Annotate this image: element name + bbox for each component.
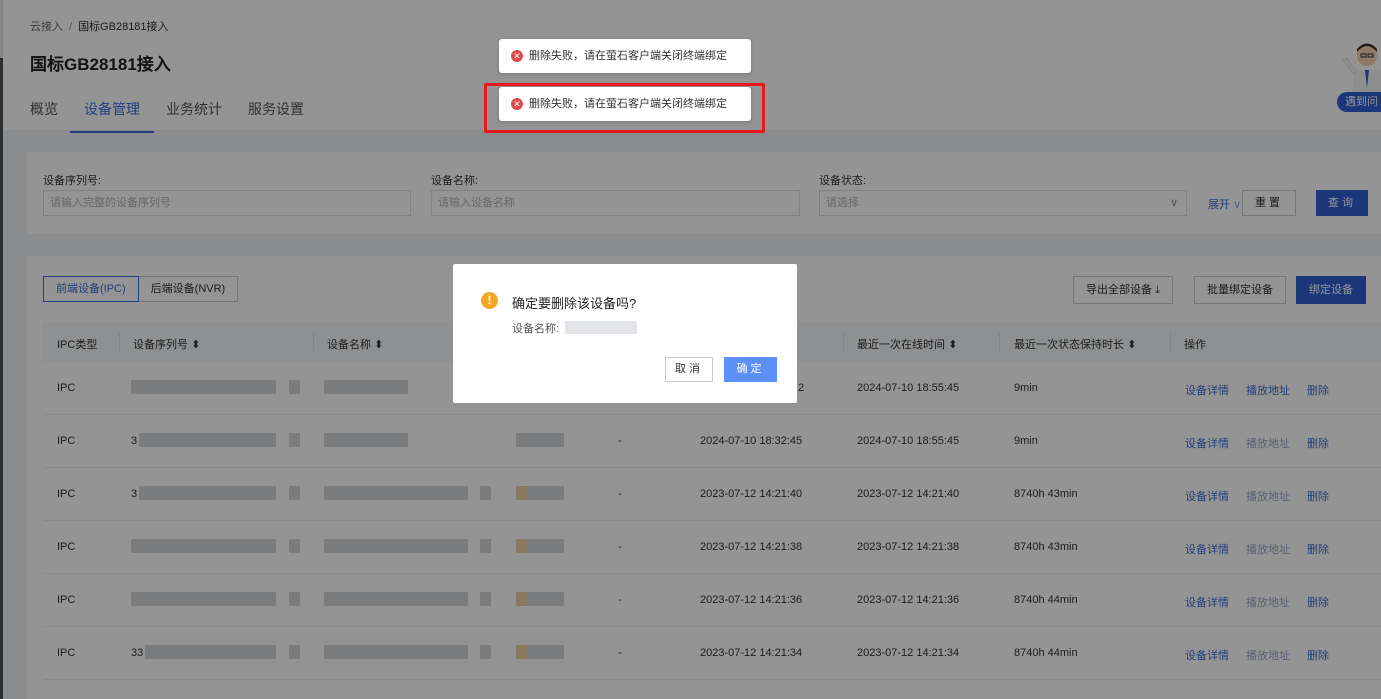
dialog-device-name-value xyxy=(565,321,637,334)
dialog-title: 确定要删除该设备吗? xyxy=(512,296,637,311)
confirm-button[interactable]: 确定 xyxy=(724,357,777,382)
error-toast: ✕ 删除失败，请在萤石客户端关闭终端绑定 xyxy=(499,39,751,73)
warning-icon: ! xyxy=(481,292,498,309)
cancel-button[interactable]: 取消 xyxy=(665,357,713,382)
toast-message: 删除失败，请在萤石客户端关闭终端绑定 xyxy=(529,50,727,62)
dialog-device-name-label: 设备名称: xyxy=(512,323,560,335)
highlight-box xyxy=(484,83,765,133)
error-icon: ✕ xyxy=(511,50,523,62)
delete-confirm-dialog: ! 确定要删除该设备吗? 设备名称: 取消 确定 xyxy=(453,264,797,403)
